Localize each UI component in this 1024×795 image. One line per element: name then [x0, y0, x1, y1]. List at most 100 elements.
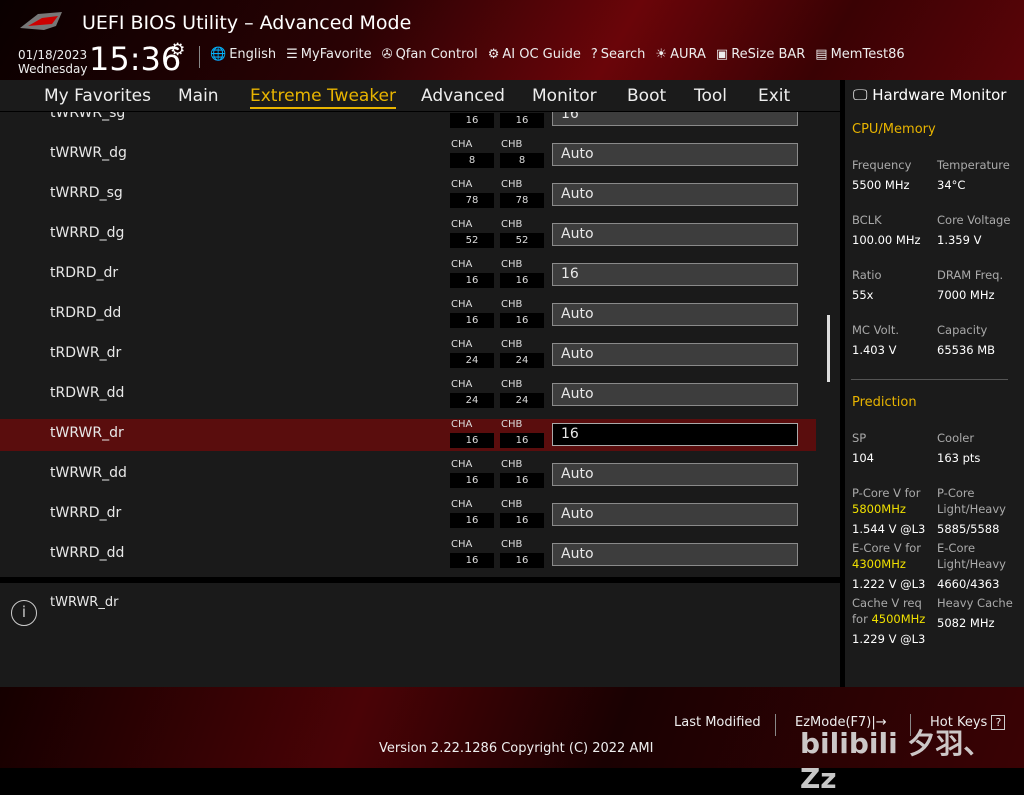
pcore-lh-item: P-Core Light/Heavy 5885/5588 [937, 485, 1017, 537]
setting-row[interactable]: tWRRD_dd CHA 16 CHB 16 Auto [0, 539, 816, 571]
cpu-item: Core Voltage 1.359 V [937, 212, 1010, 248]
memtest-icon: ▤ [815, 47, 828, 62]
tab-my-favorites[interactable]: My Favorites [44, 86, 151, 106]
freq: 4300MHz [852, 557, 906, 571]
chb-value: 78 [500, 193, 544, 208]
cha-value: 16 [450, 553, 494, 568]
value: 104 [852, 451, 874, 465]
label: Cache V req [852, 596, 922, 610]
monitor-icon: 🖵 [853, 86, 868, 104]
tab-advanced[interactable]: Advanced [421, 86, 505, 106]
setting-value-input[interactable]: Auto [552, 303, 798, 326]
setting-row[interactable]: tWRRD_sg CHA 78 CHB 78 Auto [0, 179, 816, 211]
tool-search[interactable]: ? Search [591, 47, 646, 62]
chb-value: 16 [500, 273, 544, 288]
cpu-item: DRAM Freq. 7000 MHz [937, 267, 1003, 303]
date: 01/18/2023 [18, 48, 88, 62]
cha-value: 52 [450, 233, 494, 248]
setting-row[interactable]: tWRRD_dg CHA 52 CHB 52 Auto [0, 219, 816, 251]
weekday: Wednesday [18, 62, 88, 76]
app-title: UEFI BIOS Utility – Advanced Mode [82, 12, 412, 34]
tool-english[interactable]: 🌐 English [210, 47, 276, 62]
setting-value-input[interactable]: 16 [552, 423, 798, 446]
cha-value: 16 [450, 473, 494, 488]
tool-myfavorite[interactable]: ☰ MyFavorite [286, 47, 372, 62]
tool-memtest86[interactable]: ▤ MemTest86 [815, 47, 904, 62]
sp-item: SP 104 [852, 430, 874, 466]
value: 5885/5588 [937, 522, 1000, 536]
fan-icon: ✇ [381, 47, 393, 62]
value: 163 pts [937, 451, 981, 465]
tool-aura[interactable]: ☀ AURA [655, 47, 705, 62]
cha-readout: CHA 52 [450, 219, 494, 248]
heavy-cache-item: Heavy Cache 5082 MHz [937, 595, 1013, 631]
setting-value-input[interactable]: Auto [552, 183, 798, 206]
chb-value: 16 [500, 553, 544, 568]
info-icon: i [11, 600, 37, 626]
setting-row[interactable]: tWRWR_dg CHA 8 CHB 8 Auto [0, 139, 816, 171]
label: E-Core Light/Heavy [937, 541, 1006, 571]
setting-row[interactable]: tRDRD_dr CHA 16 CHB 16 16 [0, 259, 816, 291]
tab-exit[interactable]: Exit [758, 86, 790, 106]
label: P-Core V for [852, 486, 921, 500]
label: Ratio [852, 268, 882, 282]
last-modified-button[interactable]: Last Modified [674, 715, 761, 730]
label: Frequency [852, 158, 912, 172]
setting-row[interactable]: tWRWR_dd CHA 16 CHB 16 Auto [0, 459, 816, 491]
help-text: tWRWR_dr [50, 595, 119, 610]
label: Core Voltage [937, 213, 1011, 227]
value: 5500 MHz [852, 178, 910, 192]
cha-readout: CHA 24 [450, 339, 494, 368]
divider [199, 46, 200, 68]
chb-label: CHB [501, 219, 523, 230]
setting-row[interactable]: tRDWR_dr CHA 24 CHB 24 Auto [0, 339, 816, 371]
setting-value-input[interactable]: Auto [552, 543, 798, 566]
tab-monitor[interactable]: Monitor [532, 86, 597, 106]
chb-value: 24 [500, 353, 544, 368]
globe-icon: 🌐 [210, 47, 227, 62]
setting-value-input[interactable]: 16 [552, 263, 798, 286]
divider [775, 714, 776, 736]
tab-main[interactable]: Main [178, 86, 219, 106]
setting-value-input[interactable]: Auto [552, 383, 798, 406]
cpu-item: BCLK 100.00 MHz [852, 212, 921, 248]
tool-label: ReSize BAR [731, 47, 806, 62]
scrollbar[interactable] [827, 315, 830, 382]
setting-value-input[interactable]: Auto [552, 343, 798, 366]
chb-readout: CHB 8 [500, 139, 544, 168]
chb-readout: CHB 16 [500, 299, 544, 328]
value: 1.403 V [852, 343, 897, 357]
setting-value-input[interactable]: Auto [552, 223, 798, 246]
chb-readout: CHB 16 [500, 459, 544, 488]
tool-resize-bar[interactable]: ▣ ReSize BAR [716, 47, 805, 62]
settings-list: tWRWR_sg CHA16 CHB16 16 tWRWR_dg CHA8 CHB… [0, 112, 840, 577]
label: SP [852, 431, 867, 445]
setting-value-input[interactable]: Auto [552, 143, 798, 166]
setting-row[interactable]: tWRWR_dr CHA 16 CHB 16 16 [0, 419, 816, 451]
label: Capacity [937, 323, 988, 337]
chb-readout: CHB 16 [500, 419, 544, 448]
tab-boot[interactable]: Boot [627, 86, 666, 106]
gear-icon[interactable]: ⚙ [170, 40, 185, 60]
tool-ai-oc-guide[interactable]: ⚙ AI OC Guide [488, 47, 581, 62]
cha-label: CHA [451, 539, 473, 550]
chb-value: 16 [500, 433, 544, 448]
pcore-item: P-Core V for 5800MHz 1.544 V @L3 [852, 485, 925, 537]
value: 7000 MHz [937, 288, 995, 302]
setting-value-input[interactable]: 16 [552, 112, 798, 126]
main-nav: My Favorites Main Extreme Tweaker Advanced M… [0, 80, 840, 112]
setting-value-input[interactable]: Auto [552, 503, 798, 526]
setting-value-input[interactable]: Auto [552, 463, 798, 486]
header: UEFI BIOS Utility – Advanced Mode 01/18/… [0, 0, 1024, 80]
setting-row[interactable]: tWRRD_dr CHA 16 CHB 16 Auto [0, 499, 816, 531]
cha-label: CHA [451, 459, 473, 470]
chb-value: 16 [500, 513, 544, 528]
setting-label: tWRWR_dr [50, 425, 124, 441]
setting-row[interactable]: tRDRD_dd CHA 16 CHB 16 Auto [0, 299, 816, 331]
tab-extreme-tweaker[interactable]: Extreme Tweaker [250, 86, 397, 109]
tool-qfan-control[interactable]: ✇ Qfan Control [382, 47, 478, 62]
setting-row[interactable]: tRDWR_dd CHA 24 CHB 24 Auto [0, 379, 816, 411]
tab-tool[interactable]: Tool [694, 86, 727, 106]
cha-readout: CHA 16 [450, 299, 494, 328]
setting-row[interactable]: tWRWR_sg CHA16 CHB16 16 [0, 112, 816, 131]
